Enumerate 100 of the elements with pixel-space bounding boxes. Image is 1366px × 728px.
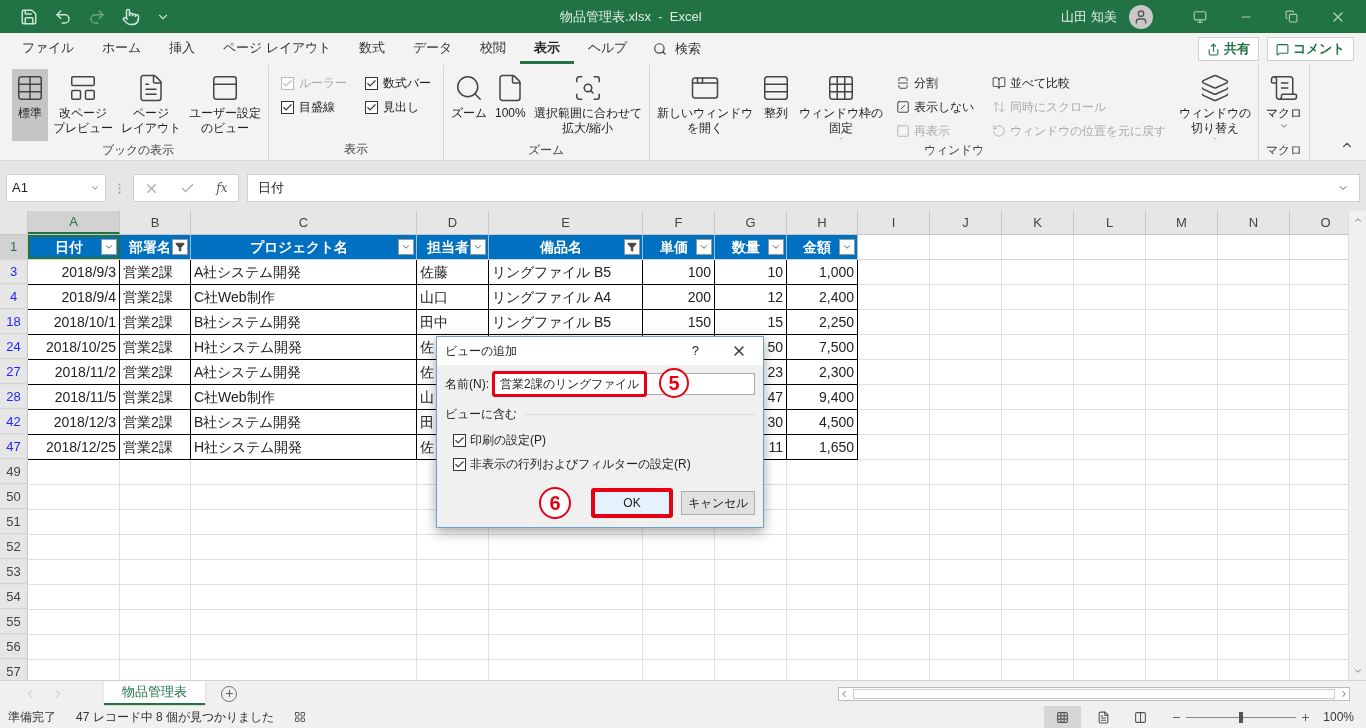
undo-icon[interactable] xyxy=(54,7,72,26)
row-header[interactable]: 1 xyxy=(0,235,28,259)
share-button[interactable]: 共有 xyxy=(1198,37,1259,61)
column-header[interactable]: M xyxy=(1146,211,1218,234)
dropdown-icon[interactable] xyxy=(696,239,712,255)
table-icon xyxy=(15,73,45,103)
formula-field[interactable]: 日付 xyxy=(247,174,1360,202)
macro-record-icon[interactable] xyxy=(294,711,307,723)
checkbox[interactable] xyxy=(365,100,378,114)
ribbon-button[interactable]: ユーザー設定 のビュー xyxy=(186,69,264,141)
row-header[interactable]: 57 xyxy=(0,660,28,680)
filter-icon[interactable] xyxy=(624,239,640,255)
ribbon-tab[interactable]: データ xyxy=(398,34,466,64)
ribbon-button[interactable]: 選択範囲に合わせて 拡大/縮小 xyxy=(530,69,645,141)
column-header[interactable]: C xyxy=(191,211,417,234)
help-button[interactable]: ? xyxy=(691,341,699,361)
avatar-icon[interactable] xyxy=(1129,4,1153,29)
ribbon-button[interactable]: 改ページ プレビュー xyxy=(50,69,116,141)
row-header[interactable]: 49 xyxy=(0,460,28,484)
dropdown-icon[interactable] xyxy=(101,239,117,255)
column-header[interactable]: G xyxy=(715,211,787,234)
row-header[interactable]: 54 xyxy=(0,585,28,609)
row-header[interactable]: 47 xyxy=(0,435,28,459)
ribbon-tab[interactable]: ページ レイアウト xyxy=(209,34,345,64)
ribbon-button[interactable]: 表示しない xyxy=(895,98,974,116)
row-header[interactable]: 56 xyxy=(0,635,28,659)
column-header[interactable]: K xyxy=(1002,211,1074,234)
save-icon[interactable] xyxy=(20,7,38,26)
column-header[interactable]: E xyxy=(489,211,643,234)
row-header[interactable]: 51 xyxy=(0,510,28,534)
checkbox[interactable] xyxy=(453,457,466,471)
scroll-up-icon[interactable] xyxy=(1352,215,1363,225)
ribbon-tab[interactable]: 挿入 xyxy=(155,34,209,64)
ribbon-tab[interactable]: 数式 xyxy=(344,34,399,64)
ribbon-button[interactable]: ウィンドウの 切り替え xyxy=(1175,69,1254,141)
column-header[interactable]: I xyxy=(858,211,930,234)
ribbon-tab[interactable]: ファイル xyxy=(8,34,88,64)
dropdown-icon[interactable] xyxy=(398,239,414,255)
ribbon-button[interactable]: 並べて比較 xyxy=(991,74,1166,92)
ribbon-button[interactable]: 100% xyxy=(492,69,529,141)
name-box[interactable]: A1 xyxy=(6,174,106,202)
dropdown-icon[interactable] xyxy=(768,239,784,255)
ribbon-tab[interactable]: ヘルプ xyxy=(573,34,641,64)
column-header[interactable]: H xyxy=(787,211,858,234)
ribbon-button[interactable]: ウィンドウ枠の 固定 xyxy=(795,69,886,141)
search-label[interactable]: 検索 xyxy=(674,39,701,59)
row-header[interactable]: 18 xyxy=(0,310,28,334)
checkbox[interactable] xyxy=(365,76,378,90)
page-break-icon[interactable] xyxy=(1134,710,1148,724)
normal-view-icon[interactable] xyxy=(1044,706,1082,728)
zoom-level[interactable]: 100% xyxy=(1323,708,1354,726)
ok-button[interactable]: OK xyxy=(591,488,673,518)
dropdown-icon[interactable] xyxy=(470,239,486,255)
zoom-slider-thumb[interactable] xyxy=(1239,711,1244,723)
ribbon-button[interactable]: 新しいウィンドウ を開く xyxy=(653,69,756,141)
scroll-right-icon[interactable] xyxy=(1339,688,1349,699)
column-header[interactable]: A xyxy=(28,211,120,234)
zoom-in-icon[interactable] xyxy=(1300,711,1312,723)
column-header[interactable]: F xyxy=(643,211,715,234)
row-header[interactable]: 53 xyxy=(0,560,28,584)
horizontal-scrollbar[interactable] xyxy=(838,686,1350,701)
scroll-down-icon[interactable] xyxy=(1352,666,1363,676)
table-cell-text: 田中 xyxy=(420,312,448,332)
comment-button[interactable]: コメント xyxy=(1267,37,1354,61)
row-header[interactable]: 50 xyxy=(0,485,28,509)
ribbon-tab[interactable]: 校閲 xyxy=(465,34,520,64)
scroll-left-icon[interactable] xyxy=(839,688,849,699)
row-header[interactable]: 42 xyxy=(0,410,28,434)
row-header[interactable]: 55 xyxy=(0,610,28,634)
ribbon-button[interactable]: ページ レイアウト xyxy=(118,69,184,141)
dropdown-icon[interactable] xyxy=(839,239,855,255)
column-header[interactable]: J xyxy=(930,211,1002,234)
cancel-button[interactable]: キャンセル xyxy=(681,491,755,515)
ribbon-button[interactable]: ズーム xyxy=(448,69,490,141)
row-header[interactable]: 52 xyxy=(0,535,28,559)
insert-function-button[interactable]: fx xyxy=(216,179,228,197)
column-header[interactable]: L xyxy=(1074,211,1146,234)
ribbon-button[interactable]: マクロ xyxy=(1262,69,1305,141)
column-header[interactable]: D xyxy=(417,211,489,234)
ribbon-button[interactable]: 標準 xyxy=(12,69,48,141)
filter-icon[interactable] xyxy=(172,239,188,255)
row-header[interactable]: 28 xyxy=(0,385,28,409)
touch-mode-icon[interactable] xyxy=(122,7,140,26)
page-layout-icon[interactable] xyxy=(1097,710,1111,724)
row-header[interactable]: 24 xyxy=(0,335,28,359)
search-icon[interactable] xyxy=(652,42,667,56)
ribbon-button[interactable]: 整列 xyxy=(757,69,794,141)
row-header[interactable]: 4 xyxy=(0,285,28,309)
column-header[interactable]: N xyxy=(1218,211,1290,234)
ribbon-button[interactable]: 分割 xyxy=(895,74,974,92)
checkbox[interactable] xyxy=(453,433,466,447)
sheet-tab[interactable]: 物品管理表 xyxy=(104,680,205,705)
row-header[interactable]: 27 xyxy=(0,360,28,384)
row-header[interactable]: 3 xyxy=(0,260,28,284)
ribbon-tab[interactable]: ホーム xyxy=(88,34,155,64)
restore-icon[interactable] xyxy=(1285,10,1298,23)
vertical-scrollbar[interactable] xyxy=(1348,211,1366,680)
checkbox[interactable] xyxy=(281,100,294,114)
ribbon-display-icon[interactable] xyxy=(1193,9,1207,24)
column-header[interactable]: B xyxy=(120,211,191,234)
